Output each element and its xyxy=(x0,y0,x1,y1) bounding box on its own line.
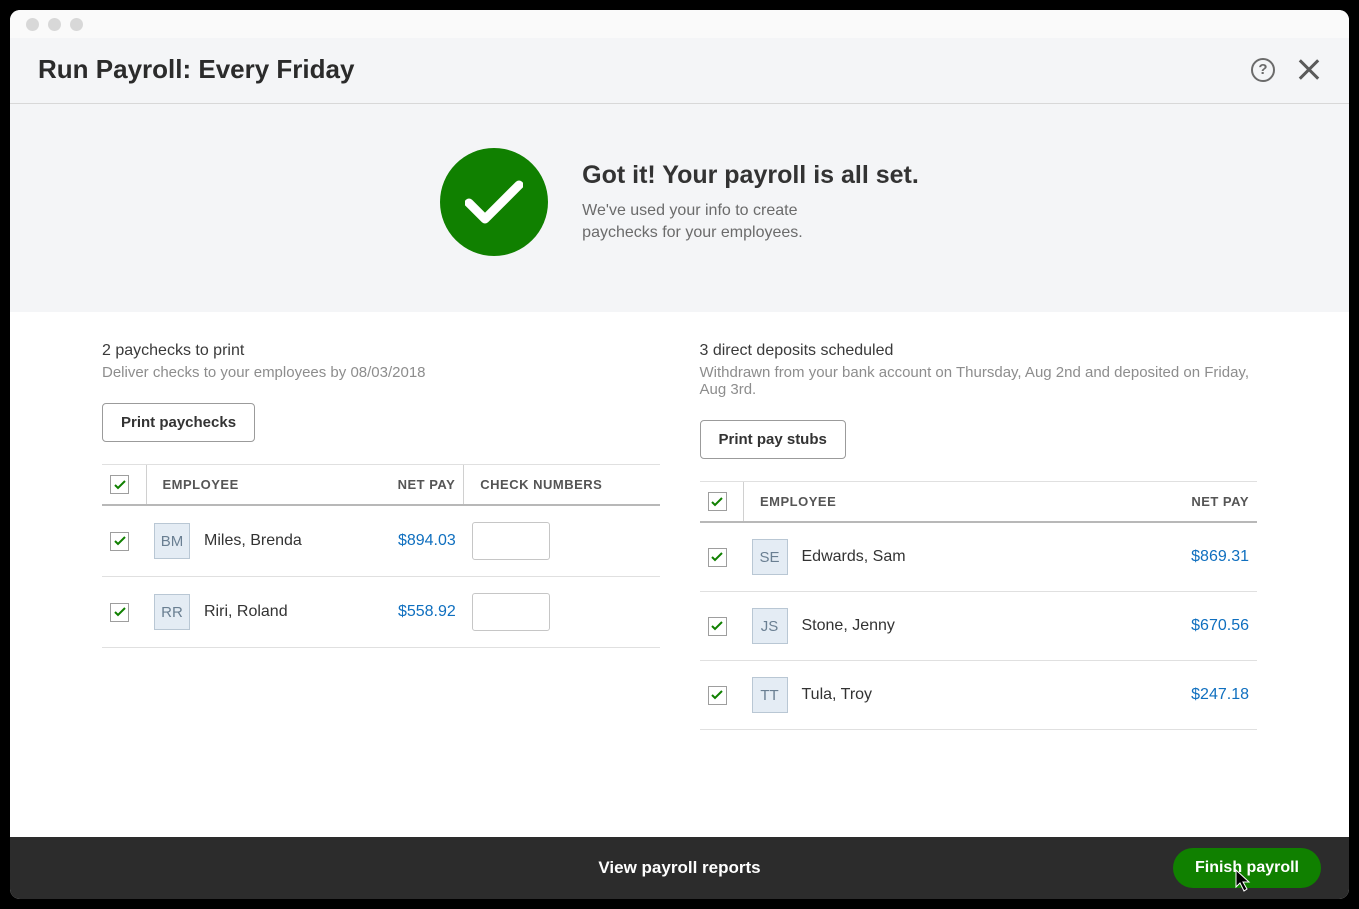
table-row: TT Tula, Troy $247.18 xyxy=(700,661,1258,730)
checkmark-icon xyxy=(440,148,548,256)
row-checkbox[interactable] xyxy=(110,603,129,622)
net-pay-value: $247.18 xyxy=(1102,661,1257,730)
app-window: Run Payroll: Every Friday ? Got it! Your… xyxy=(10,10,1349,899)
traffic-minimize[interactable] xyxy=(48,18,61,31)
avatar: BM xyxy=(154,523,190,559)
banner-heading: Got it! Your payroll is all set. xyxy=(582,161,919,190)
help-icon[interactable]: ? xyxy=(1251,58,1275,82)
col-netpay: NET PAY xyxy=(365,465,464,506)
col-netpay: NET PAY xyxy=(1102,482,1257,523)
employee-name: Miles, Brenda xyxy=(204,532,302,550)
avatar: SE xyxy=(752,539,788,575)
table-row: BM Miles, Brenda $894.03 xyxy=(102,505,660,577)
select-all-deposits-checkbox[interactable] xyxy=(708,492,727,511)
finish-payroll-button[interactable]: Finish payroll xyxy=(1173,848,1321,888)
row-checkbox[interactable] xyxy=(110,532,129,551)
banner-text: Got it! Your payroll is all set. We've u… xyxy=(582,161,919,243)
net-pay-value: $670.56 xyxy=(1102,592,1257,661)
footer-bar: View payroll reports Finish payroll xyxy=(10,837,1349,899)
check-number-input[interactable] xyxy=(472,522,550,560)
print-pay-stubs-button[interactable]: Print pay stubs xyxy=(700,420,846,459)
mac-titlebar xyxy=(10,10,1349,38)
view-payroll-reports-link[interactable]: View payroll reports xyxy=(598,858,760,878)
col-employee: EMPLOYEE xyxy=(146,465,365,506)
paychecks-section: 2 paychecks to print Deliver checks to y… xyxy=(102,342,660,817)
traffic-close[interactable] xyxy=(26,18,39,31)
employee-name: Edwards, Sam xyxy=(802,548,906,566)
success-banner: Got it! Your payroll is all set. We've u… xyxy=(10,104,1349,312)
page-title: Run Payroll: Every Friday xyxy=(38,54,354,85)
page-header: Run Payroll: Every Friday ? xyxy=(10,38,1349,104)
employee-name: Tula, Troy xyxy=(802,686,873,704)
traffic-zoom[interactable] xyxy=(70,18,83,31)
row-checkbox[interactable] xyxy=(708,617,727,636)
table-row: JS Stone, Jenny $670.56 xyxy=(700,592,1258,661)
table-row: SE Edwards, Sam $869.31 xyxy=(700,522,1258,592)
deposits-table: EMPLOYEE NET PAY SEEdwards, Sam $869.31 … xyxy=(700,481,1258,730)
avatar: JS xyxy=(752,608,788,644)
avatar: RR xyxy=(154,594,190,630)
select-all-paychecks-checkbox[interactable] xyxy=(110,475,129,494)
net-pay-value: $869.31 xyxy=(1102,522,1257,592)
net-pay-value: $558.92 xyxy=(365,577,464,648)
close-icon[interactable] xyxy=(1297,58,1321,82)
banner-subtext: We've used your info to create paychecks… xyxy=(582,200,919,243)
avatar: TT xyxy=(752,677,788,713)
paychecks-title: 2 paychecks to print xyxy=(102,342,660,360)
deposits-section: 3 direct deposits scheduled Withdrawn fr… xyxy=(700,342,1258,817)
header-actions: ? xyxy=(1251,58,1321,82)
paychecks-subtitle: Deliver checks to your employees by 08/0… xyxy=(102,364,660,381)
col-employee: EMPLOYEE xyxy=(744,482,1102,523)
content-area: 2 paychecks to print Deliver checks to y… xyxy=(10,312,1349,837)
employee-name: Riri, Roland xyxy=(204,603,288,621)
deposits-subtitle: Withdrawn from your bank account on Thur… xyxy=(700,364,1258,398)
check-number-input[interactable] xyxy=(472,593,550,631)
employee-name: Stone, Jenny xyxy=(802,617,895,635)
paychecks-table: EMPLOYEE NET PAY CHECK NUMBERS BM Miles, … xyxy=(102,464,660,648)
row-checkbox[interactable] xyxy=(708,548,727,567)
row-checkbox[interactable] xyxy=(708,686,727,705)
net-pay-value: $894.03 xyxy=(365,505,464,577)
deposits-title: 3 direct deposits scheduled xyxy=(700,342,1258,360)
print-paychecks-button[interactable]: Print paychecks xyxy=(102,403,255,442)
col-checknum: CHECK NUMBERS xyxy=(464,465,660,506)
table-row: RR Riri, Roland $558.92 xyxy=(102,577,660,648)
